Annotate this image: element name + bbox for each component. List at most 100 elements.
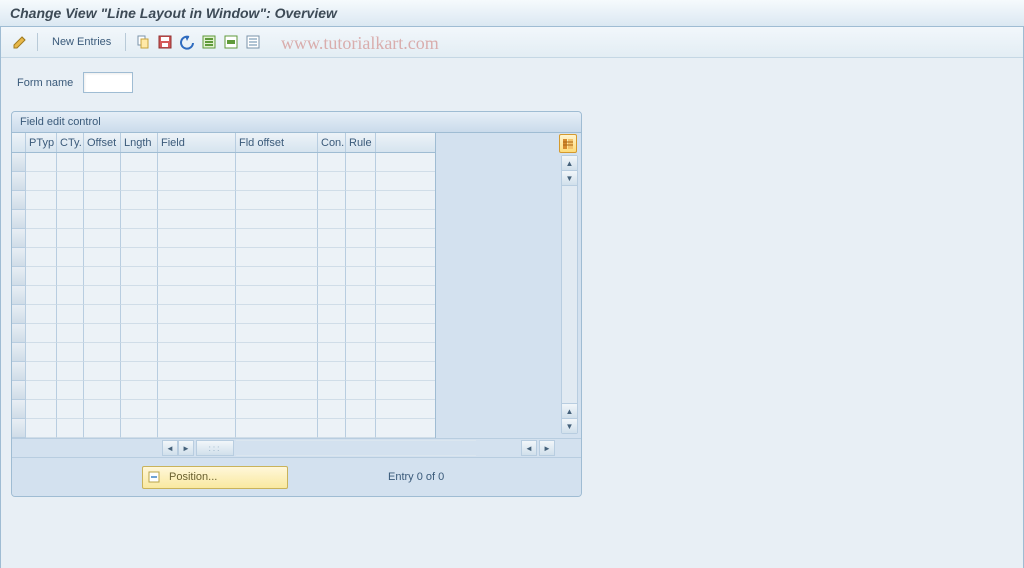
undo-icon[interactable]: [178, 33, 196, 51]
table-cell[interactable]: [158, 267, 236, 286]
table-cell[interactable]: [376, 229, 435, 248]
table-cell[interactable]: [236, 343, 318, 362]
table-cell[interactable]: [236, 248, 318, 267]
table-cell[interactable]: [84, 191, 121, 210]
header-con[interactable]: Con.: [318, 133, 346, 152]
table-cell[interactable]: [12, 419, 26, 438]
position-button[interactable]: Position...: [142, 466, 288, 489]
table-cell[interactable]: [57, 324, 84, 343]
table-cell[interactable]: [318, 400, 346, 419]
table-cell[interactable]: [346, 229, 376, 248]
table-cell[interactable]: [84, 343, 121, 362]
table-cell[interactable]: [346, 210, 376, 229]
scroll-up-step-icon[interactable]: ▼: [562, 171, 577, 186]
table-cell[interactable]: [376, 153, 435, 172]
table-cell[interactable]: [26, 324, 57, 343]
table-cell[interactable]: [26, 400, 57, 419]
table-row[interactable]: [12, 362, 435, 381]
header-fld-offset[interactable]: Fld offset: [236, 133, 318, 152]
table-cell[interactable]: [12, 286, 26, 305]
table-cell[interactable]: [12, 172, 26, 191]
table-cell[interactable]: [158, 305, 236, 324]
table-cell[interactable]: [84, 324, 121, 343]
table-cell[interactable]: [158, 343, 236, 362]
scroll-right-icon[interactable]: ►: [178, 440, 194, 456]
table-cell[interactable]: [84, 419, 121, 438]
header-field[interactable]: Field: [158, 133, 236, 152]
table-cell[interactable]: [376, 362, 435, 381]
table-cell[interactable]: [121, 229, 158, 248]
table-cell[interactable]: [57, 419, 84, 438]
table-row[interactable]: [12, 153, 435, 172]
table-cell[interactable]: [318, 267, 346, 286]
scroll-track[interactable]: [236, 440, 476, 456]
table-cell[interactable]: [236, 400, 318, 419]
table-cell[interactable]: [158, 191, 236, 210]
table-cell[interactable]: [12, 324, 26, 343]
table-cell[interactable]: [376, 343, 435, 362]
table-cell[interactable]: [346, 343, 376, 362]
toggle-change-icon[interactable]: [11, 33, 29, 51]
table-cell[interactable]: [376, 248, 435, 267]
table-cell[interactable]: [57, 191, 84, 210]
table-cell[interactable]: [12, 362, 26, 381]
table-cell[interactable]: [57, 343, 84, 362]
select-block-icon[interactable]: [222, 33, 240, 51]
header-length[interactable]: Lngth: [121, 133, 158, 152]
table-cell[interactable]: [236, 191, 318, 210]
table-cell[interactable]: [12, 191, 26, 210]
scroll-thumb[interactable]: :::: [196, 440, 234, 456]
new-entries-button[interactable]: New Entries: [46, 34, 117, 50]
table-cell[interactable]: [57, 286, 84, 305]
table-cell[interactable]: [12, 267, 26, 286]
table-cell[interactable]: [84, 267, 121, 286]
table-cell[interactable]: [121, 381, 158, 400]
table-row[interactable]: [12, 305, 435, 324]
copy-icon[interactable]: [134, 33, 152, 51]
table-cell[interactable]: [121, 305, 158, 324]
table-cell[interactable]: [84, 362, 121, 381]
table-cell[interactable]: [84, 305, 121, 324]
table-cell[interactable]: [236, 419, 318, 438]
table-cell[interactable]: [236, 381, 318, 400]
table-cell[interactable]: [57, 210, 84, 229]
table-cell[interactable]: [57, 153, 84, 172]
table-cell[interactable]: [121, 191, 158, 210]
table-cell[interactable]: [12, 248, 26, 267]
table-cell[interactable]: [158, 229, 236, 248]
table-cell[interactable]: [346, 419, 376, 438]
table-cell[interactable]: [376, 191, 435, 210]
table-cell[interactable]: [26, 210, 57, 229]
table-cell[interactable]: [376, 286, 435, 305]
table-cell[interactable]: [57, 229, 84, 248]
table-cell[interactable]: [57, 362, 84, 381]
table-row[interactable]: [12, 172, 435, 191]
table-cell[interactable]: [121, 324, 158, 343]
table-grid[interactable]: PTyp CTy. Offset Lngth Field Fld offset …: [12, 133, 436, 438]
table-cell[interactable]: [26, 286, 57, 305]
table-cell[interactable]: [158, 153, 236, 172]
table-cell[interactable]: [318, 229, 346, 248]
form-name-input[interactable]: [83, 72, 133, 93]
table-cell[interactable]: [318, 248, 346, 267]
table-cell[interactable]: [318, 324, 346, 343]
scroll-left-icon[interactable]: ◄: [162, 440, 178, 456]
table-cell[interactable]: [158, 286, 236, 305]
table-cell[interactable]: [346, 267, 376, 286]
table-cell[interactable]: [26, 229, 57, 248]
table-row[interactable]: [12, 191, 435, 210]
table-cell[interactable]: [236, 210, 318, 229]
table-cell[interactable]: [57, 267, 84, 286]
table-cell[interactable]: [376, 400, 435, 419]
table-cell[interactable]: [318, 191, 346, 210]
table-cell[interactable]: [121, 400, 158, 419]
table-cell[interactable]: [236, 324, 318, 343]
table-cell[interactable]: [318, 419, 346, 438]
table-row[interactable]: [12, 400, 435, 419]
deselect-all-icon[interactable]: [244, 33, 262, 51]
table-cell[interactable]: [236, 286, 318, 305]
table-cell[interactable]: [84, 229, 121, 248]
table-cell[interactable]: [84, 286, 121, 305]
table-cell[interactable]: [121, 153, 158, 172]
select-all-icon[interactable]: [200, 33, 218, 51]
